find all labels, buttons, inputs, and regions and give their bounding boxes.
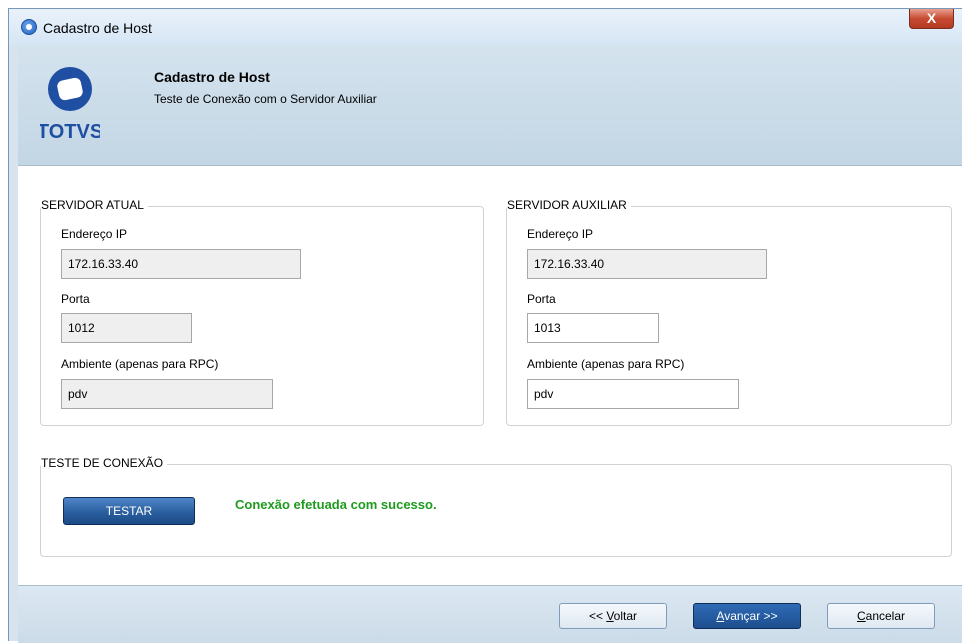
aux-ambiente-label: Ambiente (apenas para RPC) [527,357,685,371]
servidor-atual-group: SERVIDOR ATUAL Endereço IP 172.16.33.40 … [40,198,484,426]
avancar-rest: vançar >> [724,609,778,623]
servidor-auxiliar-group: SERVIDOR AUXILIAR Endereço IP 172.16.33.… [506,198,952,426]
header-title: Cadastro de Host [154,69,270,85]
totvs-logo: TOTVS [37,63,103,143]
teste-conexao-title: TESTE DE CONEXÃO [41,456,168,470]
aux-porta-input[interactable]: 1013 [527,313,659,343]
atual-ambiente-field: pdv [61,379,273,409]
title-bar: Cadastro de Host X [9,9,962,46]
servidor-atual-title: SERVIDOR ATUAL [41,198,148,212]
voltar-rest: oltar [613,609,638,623]
connection-status: Conexão efetuada com sucesso. [235,497,437,512]
servidor-auxiliar-title: SERVIDOR AUXILIAR [507,198,631,212]
aux-ip-label: Endereço IP [527,227,594,241]
avancar-button[interactable]: Avançar >> [693,603,801,629]
aux-ambiente-input[interactable]: pdv [527,379,739,409]
atual-ambiente-label: Ambiente (apenas para RPC) [61,357,219,371]
window-border [9,45,18,641]
voltar-button[interactable]: << Voltar [559,603,667,629]
aux-porta-label: Porta [527,292,556,306]
content-area: SERVIDOR ATUAL Endereço IP 172.16.33.40 … [18,166,962,585]
teste-conexao-group: TESTE DE CONEXÃO TESTAR Conexão efetuada… [40,456,952,557]
wizard-header: TOTVS Cadastro de Host Teste de Conexão … [18,45,962,166]
logo-text: TOTVS [40,121,100,143]
atual-porta-field: 1012 [61,313,192,343]
testar-button[interactable]: TESTAR [63,497,195,525]
cancelar-accel: C [856,609,866,623]
window-title: Cadastro de Host [43,20,152,36]
atual-porta-label: Porta [61,292,90,306]
cancelar-rest: ancelar [865,609,906,623]
cancelar-button[interactable]: Cancelar [827,603,935,629]
dialog-window: Cadastro de Host X TOTVS Cadastro de Hos… [8,8,962,643]
voltar-accel: V [606,609,614,623]
app-icon [21,19,37,35]
aux-ip-field: 172.16.33.40 [527,249,767,279]
close-button[interactable]: X [909,9,954,29]
voltar-prefix: << [588,609,607,623]
wizard-footer: << Voltar Avançar >> Cancelar [18,585,962,643]
atual-ip-field: 172.16.33.40 [61,249,301,279]
atual-ip-label: Endereço IP [61,227,128,241]
header-subtitle: Teste de Conexão com o Servidor Auxiliar [154,92,377,106]
